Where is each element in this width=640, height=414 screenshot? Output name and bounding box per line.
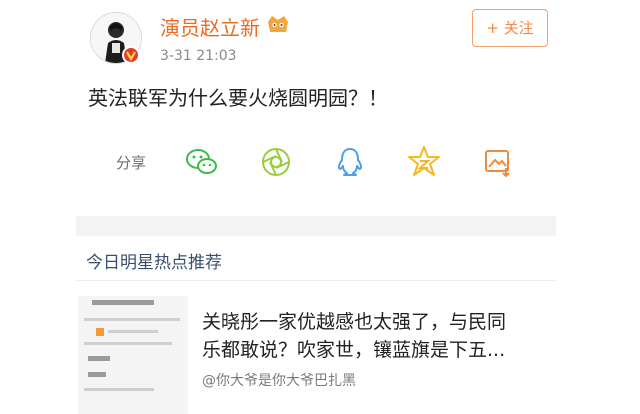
post-time: 3-31 21:03 (160, 48, 237, 64)
moments-icon[interactable] (258, 144, 294, 180)
qzone-icon[interactable] (406, 144, 442, 180)
news-title-line2: 乐都敢说？吹家世，镶蓝旗是下五... (202, 339, 506, 361)
qq-icon[interactable] (332, 144, 368, 180)
username[interactable]: 演员赵立新 (160, 12, 260, 41)
news-title-line1: 关晓彤一家优越感也太强了，与民同 (202, 311, 507, 333)
news-thumbnail[interactable] (78, 296, 188, 414)
vip-crown-icon (266, 13, 290, 35)
follow-button[interactable]: + 关注 (472, 9, 548, 47)
wechat-icon[interactable] (184, 144, 220, 180)
share-label: 分享 (116, 154, 147, 172)
weibo-screen: 演员赵立新 3-31 21:03 + 关注 英法联军为什么要火烧圆明园？！ 分享 (76, 0, 556, 414)
verified-badge-icon (122, 46, 140, 64)
save-image-icon[interactable] (480, 144, 516, 180)
post-text: 英法联军为什么要火烧圆明园？！ (88, 86, 388, 110)
news-source[interactable]: @你大爷是你大爷巴扎黑 (202, 370, 356, 390)
news-title[interactable]: 关晓彤一家优越感也太强了，与民同 乐都敢说？吹家世，镶蓝旗是下五... (202, 308, 548, 364)
recommend-section: 今日明星热点推荐 关晓彤一家优越感也太强了，与民同 乐都敢说？吹家世，镶蓝旗是下… (76, 236, 556, 414)
divider (76, 280, 556, 281)
weibo-post: 演员赵立新 3-31 21:03 + 关注 英法联军为什么要火烧圆明园？！ 分享 (76, 0, 556, 216)
section-title: 今日明星热点推荐 (86, 253, 222, 273)
